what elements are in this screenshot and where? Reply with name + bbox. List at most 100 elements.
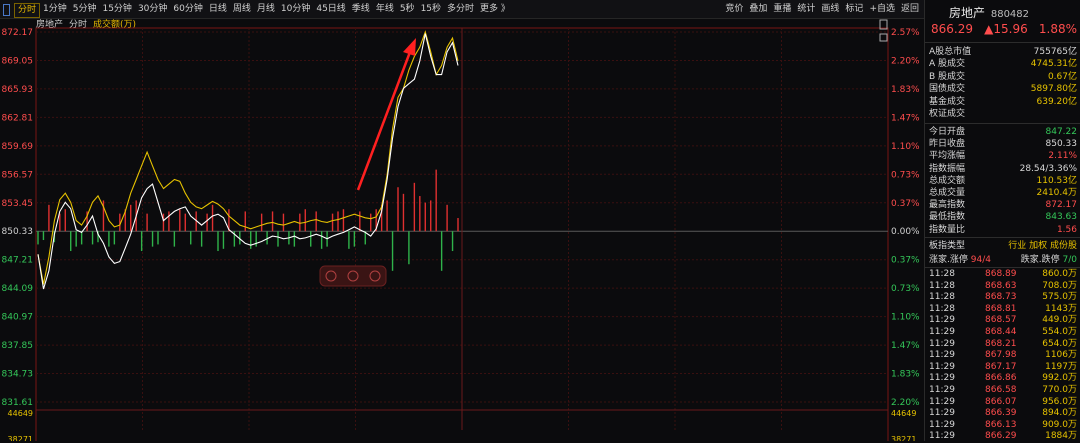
last-price: 866.29 xyxy=(931,22,973,36)
stat-value: 110.53亿 xyxy=(1036,175,1078,186)
left-axis-tick: 837.85 xyxy=(2,341,34,351)
tick-time: 11:28 xyxy=(929,303,955,314)
stat-label: 指数量比 xyxy=(929,224,966,235)
period-tab[interactable]: 1分钟 xyxy=(40,3,70,18)
tool-button[interactable]: 标记 xyxy=(842,3,866,16)
tick-row: 11:28 868.89 860.0万 xyxy=(929,269,1077,281)
period-tab[interactable]: 15分钟 xyxy=(99,3,134,18)
stat-row: 国债成交 5897.80亿 xyxy=(929,83,1077,95)
tick-row: 11:29 866.07 956.0万 xyxy=(929,397,1077,409)
stat-label: 昨日收盘 xyxy=(929,139,966,150)
period-tab[interactable]: 多分时 xyxy=(444,3,477,18)
tick-row: 11:29 866.39 894.0万 xyxy=(929,408,1077,420)
period-tabs: 分时 1分钟 5分钟 15分钟 30分钟 60分钟 日线 周线 月线 10分钟 45日线 季线 年线 5秒… xyxy=(14,3,513,18)
tick-volume: 554.0万 xyxy=(1042,327,1077,337)
tick-volume: 909.0万 xyxy=(1042,419,1077,430)
period-tab[interactable]: 45日线 xyxy=(313,3,348,18)
tick-price: 867.17 xyxy=(985,361,1017,372)
stat-value: 755765亿 xyxy=(1033,47,1077,57)
period-tab[interactable]: 5分钟 xyxy=(70,3,100,18)
stat-label: 指数振幅 xyxy=(929,163,966,174)
volume-tick-right: 44649 xyxy=(891,409,916,418)
left-axis-tick: 865.93 xyxy=(2,85,34,95)
stat-label: 权证成交 xyxy=(929,109,966,119)
stat-value: 4745.31亿 xyxy=(1030,59,1077,70)
left-axis-tick: 844.09 xyxy=(2,284,34,294)
right-axis-tick: 0.37% xyxy=(891,256,920,266)
left-axis-tick: 853.45 xyxy=(2,199,34,209)
tool-button[interactable]: 竞价 xyxy=(722,3,746,16)
tool-button[interactable]: 画线 xyxy=(818,3,842,16)
stat-label: 国债成交 xyxy=(929,84,966,95)
left-axis-tick: 872.17 xyxy=(2,28,34,38)
intraday-chart[interactable]: 872.17 2.57% 869.05 2.20% 865.93 1.83% 862.81 1… xyxy=(0,18,924,441)
period-tab[interactable]: 分时 xyxy=(14,3,41,18)
stat-label: 总成交额 xyxy=(929,175,966,186)
tick-row: 11:29 868.21 654.0万 xyxy=(929,339,1077,351)
tool-button[interactable]: 叠加 xyxy=(746,3,770,16)
stat-value: 850.33 xyxy=(1045,139,1078,150)
right-axis-tick: 2.20% xyxy=(891,56,920,66)
tick-row: 11:29 866.13 909.0万 xyxy=(929,420,1077,432)
right-axis-tick: 1.47% xyxy=(891,113,920,123)
tick-price: 866.07 xyxy=(985,396,1017,407)
annotation-arrow-shaft xyxy=(356,51,412,191)
tick-time: 11:29 xyxy=(929,396,955,407)
stat-value: 2.11% xyxy=(1048,151,1077,162)
stat-value: 847.22 xyxy=(1045,127,1078,137)
stat-row: 基金成交 639.20亿 xyxy=(929,96,1077,108)
right-axis-tick: 1.83% xyxy=(891,85,920,95)
period-tab[interactable]: 周线 xyxy=(230,3,254,18)
left-axis-tick: 840.97 xyxy=(2,313,34,323)
period-tab[interactable]: 30分钟 xyxy=(135,3,170,18)
panel-toggle-icon[interactable] xyxy=(3,4,10,16)
tick-volume: 708.0万 xyxy=(1042,280,1077,291)
period-tab[interactable]: 更多 》 xyxy=(477,3,513,18)
period-tab[interactable]: 60分钟 xyxy=(170,3,205,18)
tick-price: 866.86 xyxy=(985,373,1017,384)
stat-label: B 股成交 xyxy=(929,71,966,82)
stat-row: 总成交量 2410.4万 xyxy=(929,187,1077,199)
advance-decline-row: 涨家.涨停 94/4 跌家.跌停 7/0 xyxy=(929,254,1077,266)
stat-row: 总成交额 110.53亿 xyxy=(929,175,1077,187)
period-tab[interactable]: 月线 xyxy=(254,3,278,18)
tick-time: 11:29 xyxy=(929,327,955,337)
volume-tick-right: 38271 xyxy=(891,435,916,441)
tick-volume: 575.0万 xyxy=(1042,292,1077,303)
tool-button[interactable]: 返回 xyxy=(898,3,922,16)
right-axis-tick: 2.20% xyxy=(891,398,920,408)
tool-button[interactable]: 重播 xyxy=(770,3,794,16)
left-axis-tick: 856.57 xyxy=(2,170,34,180)
tick-time: 11:29 xyxy=(929,385,955,395)
period-tab[interactable]: 5秒 xyxy=(397,3,418,18)
stat-value: 2410.4万 xyxy=(1036,188,1078,198)
stat-label: 平均涨幅 xyxy=(929,151,966,162)
tick-volume: 956.0万 xyxy=(1042,396,1077,407)
period-tab[interactable]: 15秒 xyxy=(418,3,444,18)
stat-row: B 股成交 0.67亿 xyxy=(929,71,1077,83)
stat-row: 最低指数 843.63 xyxy=(929,211,1077,223)
tick-time: 11:29 xyxy=(929,361,955,372)
tick-time: 11:29 xyxy=(929,373,955,384)
period-tab[interactable]: 季线 xyxy=(349,3,373,18)
tick-price: 868.44 xyxy=(985,327,1017,337)
period-tab[interactable]: 年线 xyxy=(373,3,397,18)
tool-button[interactable]: 统计 xyxy=(794,3,818,16)
stat-value: 28.54/3.36% xyxy=(1019,163,1077,174)
period-tab[interactable]: 10分钟 xyxy=(278,3,313,18)
tool-button[interactable]: +自选 xyxy=(866,3,898,16)
tick-row: 11:29 868.57 449.0万 xyxy=(929,315,1077,327)
board-type-row: 板指类型 行业 加权 成份股 xyxy=(929,240,1077,252)
right-axis-tick: 0.00% xyxy=(891,227,920,237)
left-axis-tick: 847.21 xyxy=(2,256,34,266)
tick-row: 11:29 867.17 1197万 xyxy=(929,362,1077,374)
tick-time: 11:29 xyxy=(929,431,955,442)
tick-price: 866.29 xyxy=(985,431,1017,442)
tick-row: 11:29 866.58 770.0万 xyxy=(929,385,1077,397)
period-tab[interactable]: 日线 xyxy=(206,3,230,18)
tick-time: 11:29 xyxy=(929,419,955,430)
board-type-value[interactable]: 行业 加权 成份股 xyxy=(1008,240,1077,252)
stat-row: 指数振幅 28.54/3.36% xyxy=(929,163,1077,175)
tick-price: 868.63 xyxy=(985,280,1017,291)
tick-time: 11:29 xyxy=(929,315,955,326)
